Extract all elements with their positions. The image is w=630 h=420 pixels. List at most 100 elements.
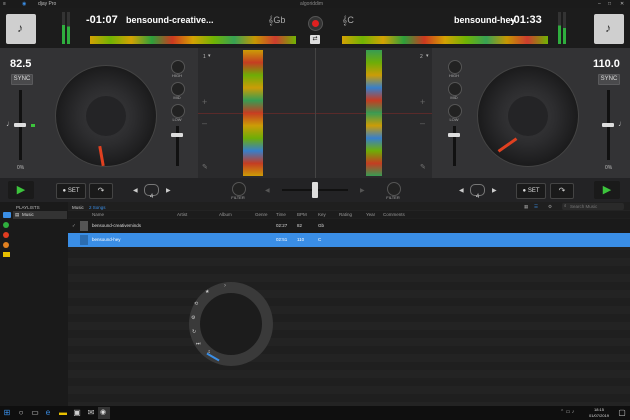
right-loop-prev-icon[interactable]: ◀	[459, 187, 464, 194]
right-play-button[interactable]: ▶	[594, 181, 620, 199]
col-bpm[interactable]: BPM	[297, 212, 307, 217]
right-loop-length[interactable]: 4	[470, 184, 485, 200]
left-loop-length[interactable]: 4	[144, 184, 159, 200]
task-view-icon[interactable]: ▭	[30, 408, 40, 418]
radial-next-icon[interactable]: ›	[224, 283, 226, 289]
deck-2-menu-icon[interactable]: ▾	[426, 53, 429, 59]
right-key-icon[interactable]: 𝄞C	[342, 15, 354, 26]
search-icon[interactable]: ○	[16, 408, 26, 418]
list-view-icon[interactable]: ☰	[534, 204, 538, 210]
left-turntable[interactable]	[55, 65, 157, 167]
left-zoom-out-icon[interactable]: –	[202, 118, 207, 128]
search-field[interactable]: ⌕ Search Music	[562, 203, 624, 210]
left-loop-prev-icon[interactable]: ◀	[133, 187, 138, 194]
notifications-icon[interactable]: ▢	[617, 408, 627, 418]
right-edit-icon[interactable]: ✎	[420, 163, 426, 171]
radial-fx-icon[interactable]: ⚙	[191, 315, 195, 321]
store-icon[interactable]: ▣	[72, 408, 82, 418]
close-icon[interactable]: ✕	[620, 1, 624, 7]
left-sync-button[interactable]: SYNC	[11, 74, 33, 85]
right-eq-high-knob[interactable]	[448, 60, 462, 74]
left-filter-label: FILTER	[231, 195, 245, 200]
right-back-spin-button[interactable]: ↷	[550, 183, 574, 199]
crossfader-handle[interactable]	[312, 182, 318, 198]
left-eq-mid-knob[interactable]	[171, 82, 185, 96]
left-pitch-slider-handle[interactable]	[14, 123, 26, 127]
table-row[interactable]: ✓ bensound-creativeminds 02:27 82 Gb	[68, 219, 630, 233]
col-comments[interactable]: Comments	[383, 212, 405, 217]
right-cue-set-button[interactable]: ● SET	[516, 183, 546, 199]
left-eq-low-knob[interactable]	[171, 104, 185, 118]
record-button[interactable]	[308, 16, 323, 31]
left-filter-knob[interactable]	[232, 182, 246, 196]
spotify-icon[interactable]	[3, 222, 9, 228]
right-zoom-out-icon[interactable]: –	[420, 118, 425, 128]
swap-decks-button[interactable]: ⇄	[310, 35, 320, 44]
sidebar-item-music[interactable]: ▤ Music	[13, 211, 67, 219]
left-track-overview[interactable]	[90, 36, 296, 44]
grid-view-icon[interactable]: ▦	[524, 204, 528, 210]
menu-icon[interactable]: ≡	[3, 1, 6, 7]
left-back-spin-button[interactable]: ↷	[89, 183, 113, 199]
radial-loop-icon[interactable]: ↻	[192, 329, 196, 335]
system-tray-icons[interactable]: ⌃ ▭ ♪	[560, 409, 574, 415]
playlists-header: PLAYLISTS	[16, 205, 40, 210]
left-edit-icon[interactable]: ✎	[202, 163, 208, 171]
maximize-icon[interactable]: □	[608, 1, 611, 7]
left-track-title: bensound-creative...	[126, 15, 214, 25]
djay-taskbar-button[interactable]: ◉	[98, 407, 110, 419]
left-key: Gb	[273, 15, 286, 25]
left-key-icon[interactable]: 𝄞Gb	[268, 15, 285, 26]
col-name[interactable]: Name	[92, 212, 104, 217]
right-sync-button[interactable]: SYNC	[598, 74, 620, 85]
col-artist[interactable]: Artist	[177, 212, 187, 217]
table-row-selected[interactable]: bensound-hey 02:51 110 C	[68, 233, 630, 247]
windows-start-icon[interactable]: ⊞	[2, 408, 12, 418]
radial-skip-icon[interactable]: ⏭	[196, 341, 201, 347]
left-volume-fader-handle[interactable]	[171, 133, 183, 137]
col-genre[interactable]: Genre	[255, 212, 268, 217]
right-loop-next-icon[interactable]: ▶	[492, 187, 497, 194]
filter-icon[interactable]: ⚙	[548, 204, 552, 210]
source-red-icon[interactable]	[3, 232, 9, 238]
col-album[interactable]: Album	[219, 212, 232, 217]
mail-icon[interactable]: ✉	[86, 408, 96, 418]
right-set-label: SET	[527, 188, 540, 194]
file-explorer-icon[interactable]: ▬	[58, 408, 68, 418]
waveform-display[interactable]: 1 ▾ 2 ▾ + – + – ✎ ✎	[198, 48, 432, 178]
right-pitch-slider-handle[interactable]	[602, 123, 614, 127]
track-time: 02:27	[276, 223, 288, 228]
music-source-icon[interactable]	[3, 212, 11, 218]
right-eq-mid-knob[interactable]	[448, 82, 462, 96]
soundcloud-icon[interactable]	[3, 242, 9, 248]
right-eq-low-knob[interactable]	[448, 104, 462, 118]
view-mode-icon[interactable]: ◉	[22, 1, 26, 7]
right-turntable[interactable]	[477, 65, 579, 167]
right-filter-knob[interactable]	[387, 182, 401, 196]
left-zoom-in-icon[interactable]: +	[202, 97, 207, 107]
edge-icon[interactable]: e	[43, 408, 53, 418]
radial-menu[interactable]: › ★ ⟲ ⚙ ↻ ⏭ ♫	[189, 282, 273, 366]
col-key[interactable]: Key	[318, 212, 326, 217]
deck-1-menu-icon[interactable]: ▾	[208, 53, 211, 59]
left-play-button[interactable]: ▶	[8, 181, 34, 199]
right-zoom-in-icon[interactable]: +	[420, 97, 425, 107]
right-volume-fader-handle[interactable]	[448, 133, 460, 137]
col-year[interactable]: Year	[366, 212, 375, 217]
radial-sampler-icon[interactable]: ⟲	[194, 301, 198, 307]
right-track-overview[interactable]	[342, 36, 548, 44]
left-loop-next-icon[interactable]: ▶	[166, 187, 171, 194]
right-deck-artwork[interactable]: ♪	[594, 14, 624, 44]
song-count[interactable]: 2 Songs	[89, 205, 106, 210]
col-time[interactable]: Time	[276, 212, 286, 217]
music-note-icon: ♪	[605, 21, 611, 35]
folder-icon[interactable]	[3, 252, 10, 257]
left-pitch-value: 0%	[17, 165, 25, 171]
col-rating[interactable]: Rating	[339, 212, 352, 217]
radial-star-icon[interactable]: ★	[205, 289, 209, 295]
taskbar-date: 01/07/2019	[589, 413, 610, 418]
left-eq-high-knob[interactable]	[171, 60, 185, 74]
minimize-icon[interactable]: –	[598, 1, 601, 7]
left-deck-artwork[interactable]: ♪	[6, 14, 36, 44]
left-cue-set-button[interactable]: ● SET	[56, 183, 86, 199]
